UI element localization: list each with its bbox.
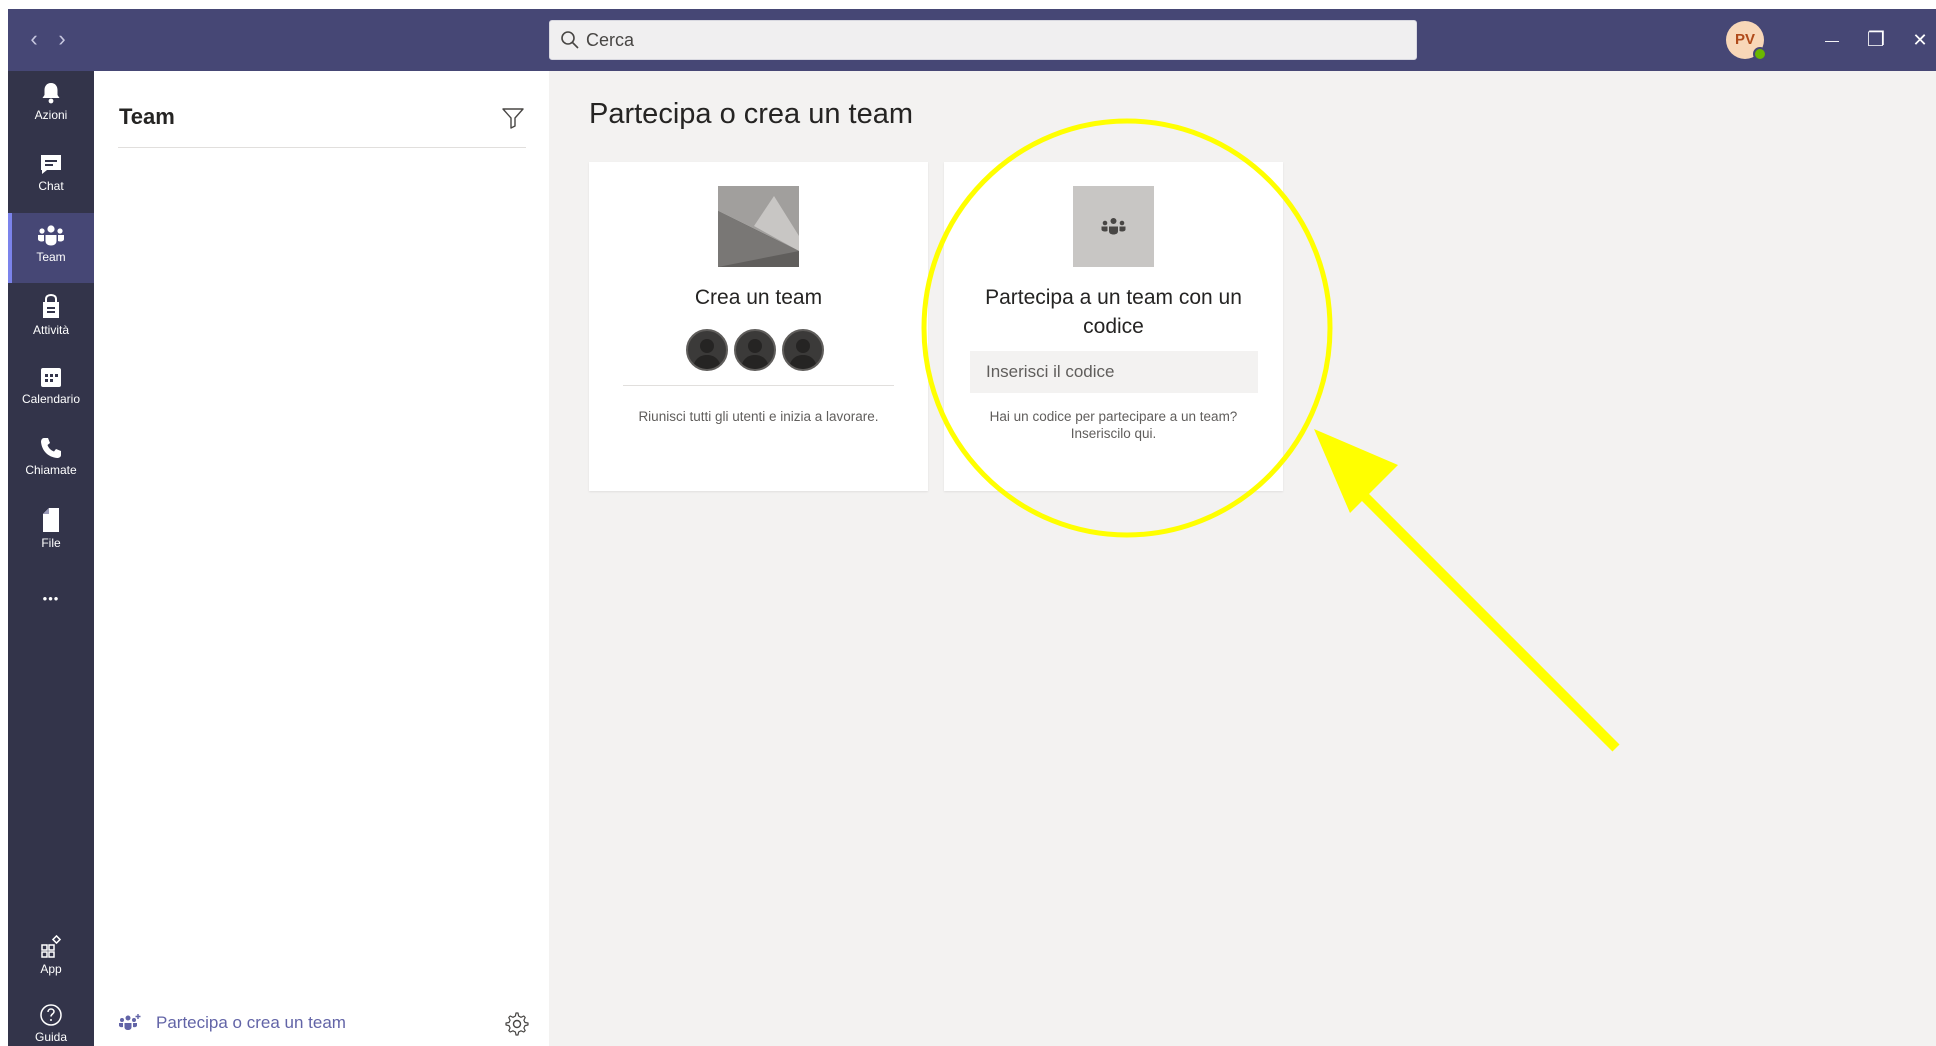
rail-label: App [40, 962, 62, 976]
filter-icon[interactable] [500, 105, 526, 131]
rail-label: File [41, 536, 61, 550]
search-box[interactable] [549, 20, 1417, 60]
rail-item-attivita[interactable]: Attività [8, 284, 94, 354]
search-input[interactable] [586, 21, 1406, 59]
rail-item-calendario[interactable]: Calendario [8, 355, 94, 425]
presence-available-icon [1753, 47, 1767, 61]
rail-label: Calendario [21, 392, 81, 406]
rail-item-chiamate[interactable]: Chiamate [8, 426, 94, 496]
back-arrow-icon[interactable]: ‹ [22, 27, 46, 51]
rail-label: Team [36, 250, 66, 264]
phone-icon [41, 438, 61, 458]
join-team-title-line1: Partecipa a un team con un [985, 286, 1242, 309]
join-link-label: Partecipa o crea un team [156, 1013, 346, 1032]
image-placeholder-icon [718, 186, 799, 267]
join-or-create-team-link[interactable]: Partecipa o crea un team [118, 1009, 346, 1037]
create-team-card[interactable]: Crea un team Riunisci tutti gli utenti e… [589, 162, 928, 491]
rail-item-guida[interactable]: Guida [8, 995, 94, 1046]
join-team-title-line2: codice [1083, 315, 1144, 338]
rail-item-file[interactable]: File [8, 497, 94, 567]
person-avatar-icon [734, 329, 776, 371]
calendar-icon [41, 368, 61, 387]
teams-icon [1101, 218, 1126, 235]
search-icon [561, 31, 579, 49]
page-title: Partecipa o crea un team [589, 98, 914, 130]
rail-label: Azioni [34, 108, 68, 122]
teams-add-icon [119, 1014, 141, 1030]
join-team-description-line1: Hai un codice per partecipare a un team? [989, 409, 1238, 424]
rail-item-chat[interactable]: Chat [8, 142, 94, 212]
forward-arrow-icon[interactable]: › [50, 27, 74, 51]
apps-icon [41, 935, 62, 958]
join-with-code-card: Partecipa a un team con un codice Hai un… [944, 162, 1283, 491]
help-icon [40, 1004, 62, 1026]
team-list-panel: Team Partecipa o crea un team [94, 71, 549, 1046]
rail-label: Chiamate [25, 463, 77, 477]
divider [118, 147, 526, 148]
create-team-description: Riunisci tutti gli utenti e inizia a lav… [638, 409, 879, 424]
team-placeholder-tile [1073, 186, 1154, 267]
bell-icon [42, 83, 60, 104]
rail-item-app[interactable]: App [8, 927, 94, 987]
app-bar: Azioni Chat Team Attività Calendario Chi… [8, 71, 94, 1046]
assignments-icon [43, 294, 59, 318]
teams-icon [38, 225, 64, 246]
minimize-button[interactable]: — [1812, 21, 1852, 59]
rail-item-team[interactable]: Team [8, 213, 94, 283]
teams-window: ‹ › PV — ❐ ✕ Azioni [8, 9, 1936, 1046]
restore-button[interactable]: ❐ [1856, 21, 1896, 59]
close-button[interactable]: ✕ [1900, 21, 1936, 59]
rail-item-azioni[interactable]: Azioni [8, 71, 94, 141]
chat-icon [41, 155, 61, 174]
file-icon [43, 508, 59, 532]
join-team-description-line2: Inseriscilo qui. [1070, 426, 1157, 441]
rail-label: Guida [34, 1030, 68, 1044]
title-bar: ‹ › PV — ❐ ✕ [8, 9, 1936, 71]
person-avatar-icon [686, 329, 728, 371]
rail-label: Attività [32, 323, 69, 337]
team-code-input[interactable] [970, 351, 1258, 393]
gear-icon[interactable] [504, 1011, 530, 1037]
panel-title: Team [119, 104, 175, 129]
person-avatar-icon [782, 329, 824, 371]
rail-label: Chat [38, 179, 64, 193]
more-apps-icon[interactable]: ••• [8, 591, 94, 606]
main-content: Partecipa o crea un team Crea un team Ri… [549, 71, 1936, 1046]
divider [623, 385, 894, 386]
create-team-title: Crea un team [694, 286, 823, 309]
